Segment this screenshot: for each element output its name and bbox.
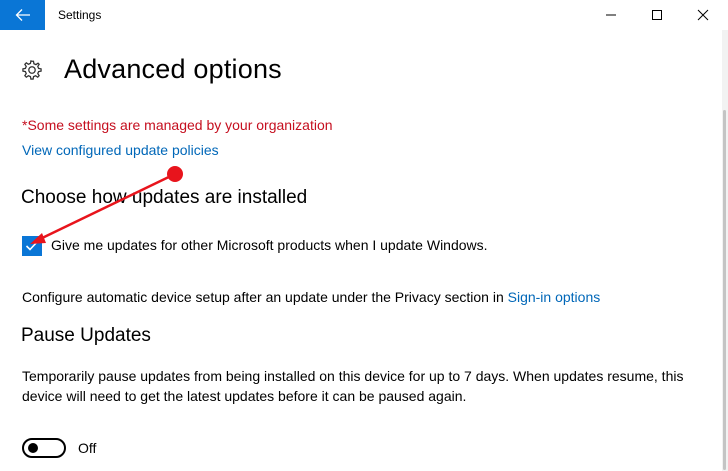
managed-notice: *Some settings are managed by your organ… <box>22 117 333 133</box>
close-button[interactable] <box>680 0 726 30</box>
scrollbar[interactable] <box>722 30 728 471</box>
toggle-knob <box>28 443 38 453</box>
sign-in-options-link[interactable]: Sign-in options <box>508 289 601 305</box>
install-section-heading: Choose how updates are installed <box>21 187 308 208</box>
maximize-button[interactable] <box>634 0 680 30</box>
minimize-icon <box>606 14 616 16</box>
title-bar: Settings <box>0 0 728 30</box>
microsoft-updates-checkbox-label[interactable]: Give me updates for other Microsoft prod… <box>51 237 488 253</box>
pause-updates-toggle[interactable] <box>22 438 66 458</box>
device-setup-description: Configure automatic device setup after a… <box>22 289 504 305</box>
microsoft-updates-checkbox[interactable] <box>22 236 42 256</box>
minimize-button[interactable] <box>588 0 634 30</box>
scrollbar-thumb[interactable] <box>723 110 726 470</box>
checkmark-icon <box>25 240 39 251</box>
page-title: Advanced options <box>64 54 282 84</box>
pause-description: Temporarily pause updates from being ins… <box>22 368 684 404</box>
view-policies-link[interactable]: View configured update policies <box>22 142 219 158</box>
maximize-icon <box>652 10 662 20</box>
arrow-left-icon <box>15 9 30 21</box>
gear-icon <box>22 60 42 80</box>
toggle-state-label: Off <box>78 440 97 456</box>
device-setup-text: Configure automatic device setup after a… <box>22 287 600 307</box>
back-button[interactable] <box>0 0 45 30</box>
window-title: Settings <box>58 8 102 22</box>
close-icon <box>697 9 709 21</box>
pause-section-heading: Pause Updates <box>21 325 151 346</box>
